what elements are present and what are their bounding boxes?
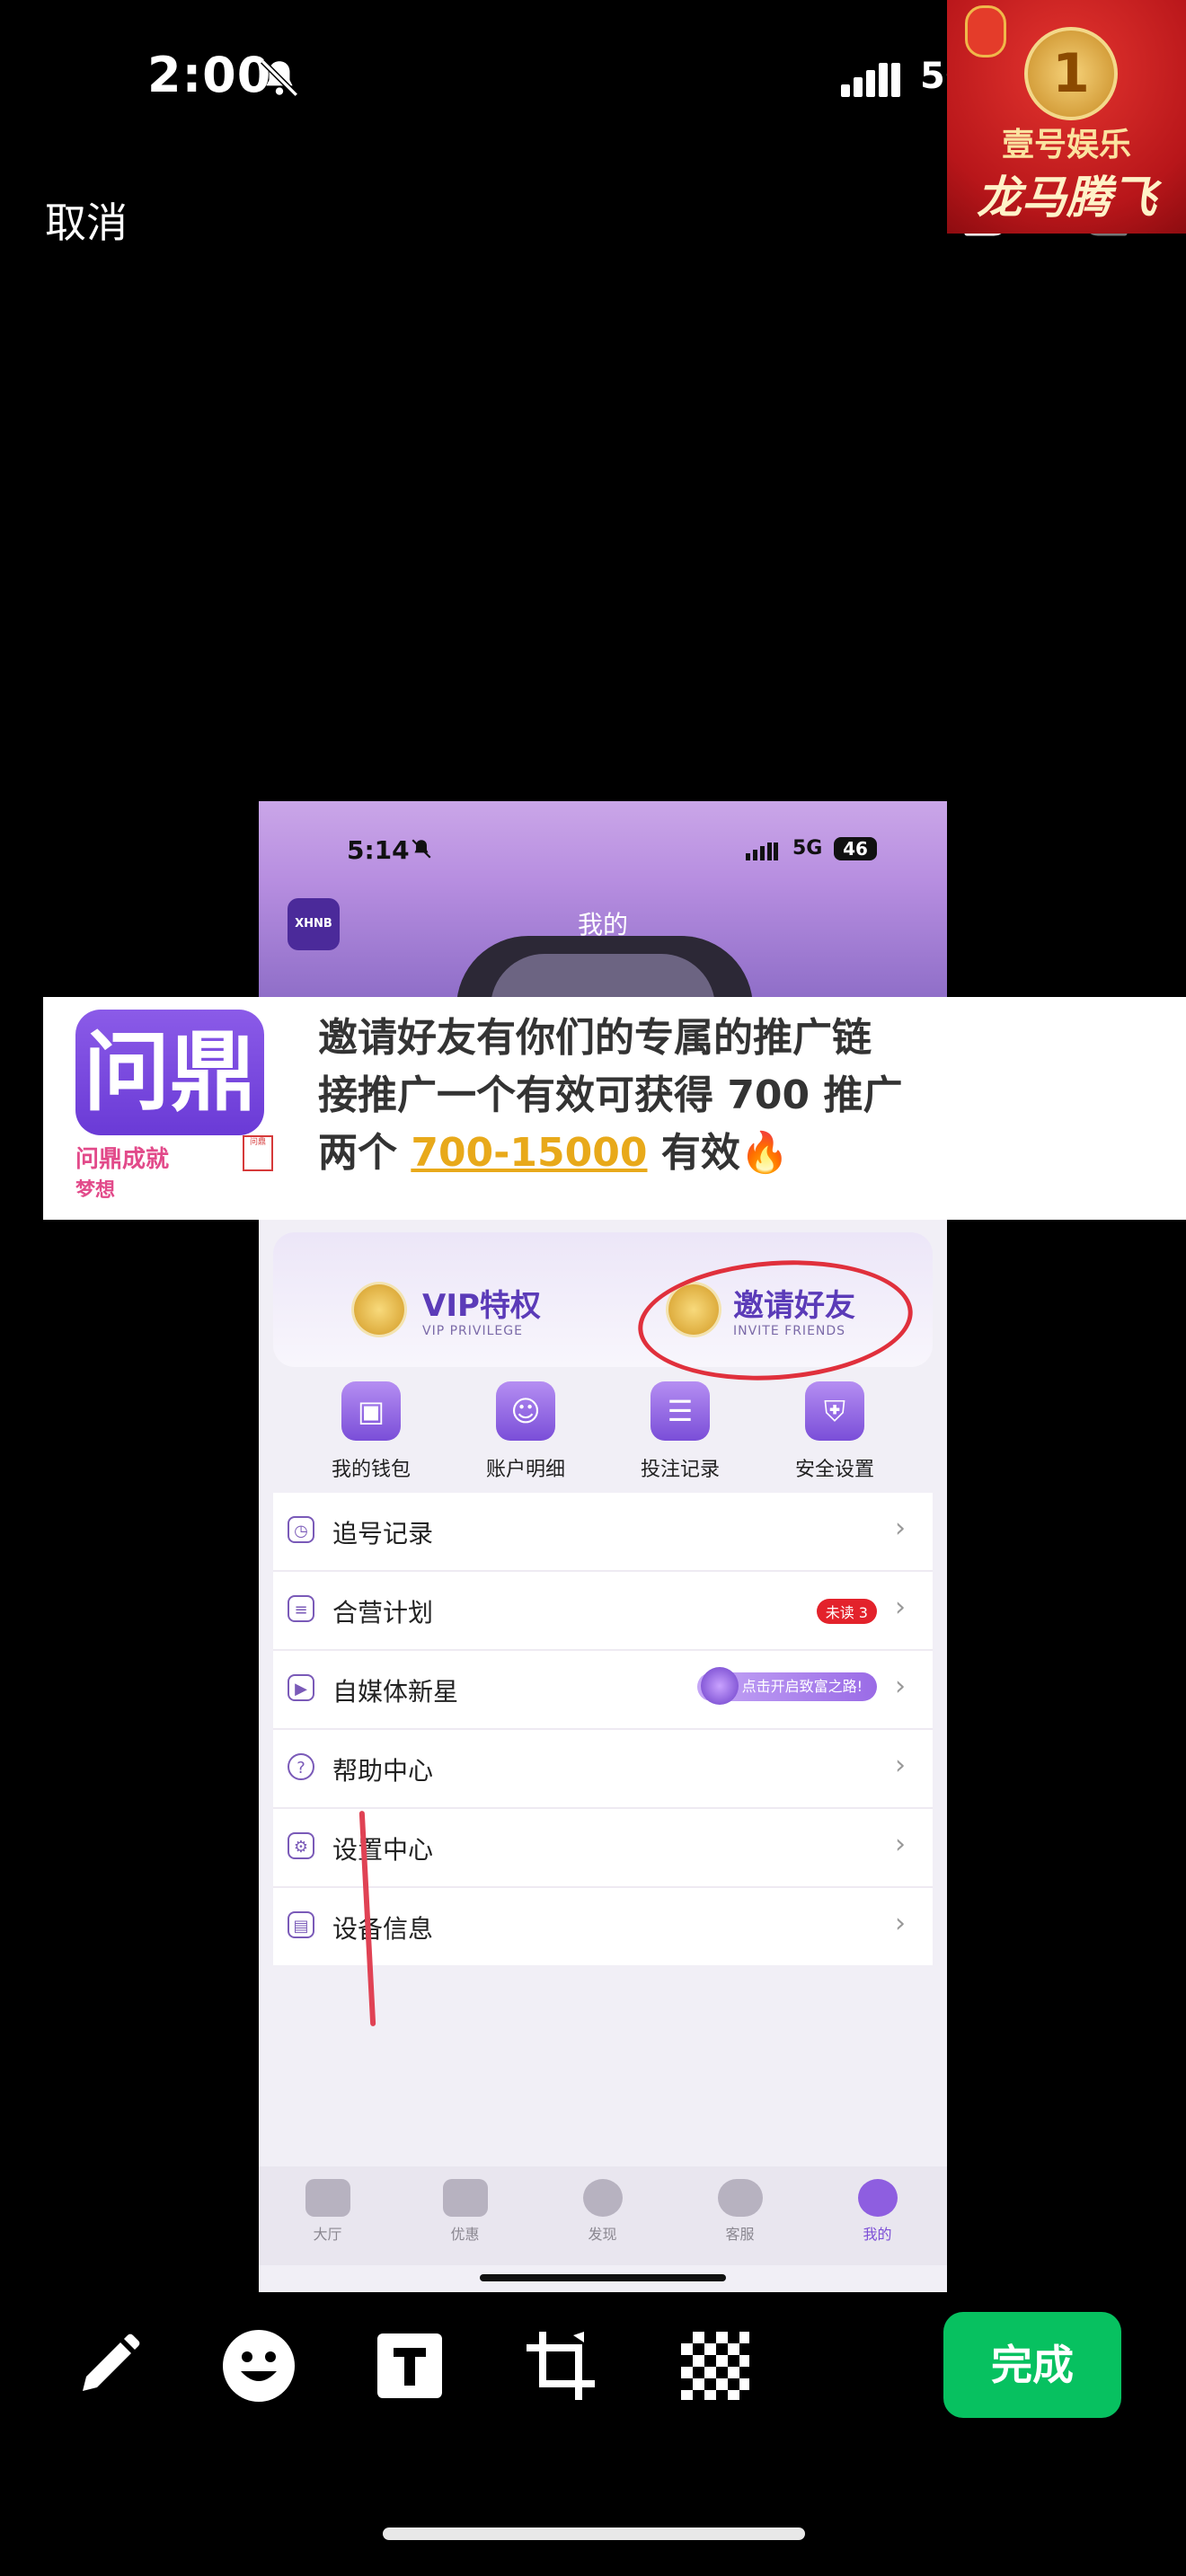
text-icon[interactable] [370,2326,449,2405]
emoji-icon[interactable] [219,2326,298,2405]
logo-stamp: 问鼎 [243,1135,273,1171]
grid-item-wallet[interactable]: ▣ 我的钱包 [286,1372,456,1481]
tab-lobby[interactable]: 大厅 [259,2166,396,2244]
tab-bar: 大厅 优惠 发现 客服 我的 [259,2166,947,2265]
lock-icon: ⛨ [805,1381,864,1441]
user-icon [857,2179,898,2217]
coin-icon: 1 [1024,27,1118,120]
tab-support[interactable]: 客服 [671,2166,809,2244]
crop-icon[interactable] [521,2326,600,2405]
wallet-icon: ▣ [341,1381,401,1441]
promo-badge[interactable]: 点击开启致富之路! [696,1667,877,1705]
unread-badge: 未读 3 [816,1599,877,1624]
tab-mine[interactable]: 我的 [809,2166,946,2244]
grid-item-account[interactable]: ☺ 账户明细 [440,1372,611,1481]
help-icon: ? [288,1753,314,1780]
done-button[interactable]: 完成 [943,2312,1121,2418]
chevron-right-icon: › [895,1513,906,1544]
inner-status-time: 5:14 [347,835,410,865]
home-indicator [383,2527,805,2540]
menu-list: ◷ 追号记录 › ≡ 合营计划 未读 3 › ▶ 自媒体新星 点击开启致富之路!… [273,1493,933,1965]
cancel-button[interactable]: 取消 [45,190,128,250]
account-icon: ☺ [496,1381,555,1441]
vip-subtitle: VIP PRIVILEGE [422,1324,523,1338]
signal-icon [746,842,778,860]
clock-icon: ◷ [288,1516,314,1543]
banner-text: 邀请好友有你们的专属的推广链 接推广一个有效可获得 700 推广 两个 700-… [318,1015,903,1176]
inner-network-label: 5G [792,837,823,860]
mosaic-icon[interactable] [676,2326,755,2405]
tab-promotions[interactable]: 优惠 [396,2166,534,2244]
pen-icon[interactable] [68,2326,147,2405]
inner-home-indicator [480,2274,726,2281]
battery-icon: 46 [834,837,877,860]
signal-icon [841,63,900,97]
chevron-right-icon: › [895,1908,906,1939]
settings-icon: ⚙ [288,1832,314,1859]
wending-logo: 问鼎 问鼎成就 梦想 问鼎 [66,1002,275,1200]
chat-icon [717,2179,763,2217]
chevron-right-icon: › [895,1592,906,1623]
chevron-right-icon: › [895,1671,906,1702]
chevron-right-icon: › [895,1750,906,1781]
list-item-settings[interactable]: ⚙ 设置中心 › [273,1809,933,1888]
list-item-media-star[interactable]: ▶ 自媒体新星 点击开启致富之路! › [273,1651,933,1730]
list-item-partner-plan[interactable]: ≡ 合营计划 未读 3 › [273,1572,933,1651]
device-icon: ▤ [288,1911,314,1938]
chevron-right-icon: › [895,1829,906,1860]
grid-item-security[interactable]: ⛨ 安全设置 [749,1372,920,1481]
tab-discover[interactable]: 发现 [534,2166,671,2244]
grid-item-records[interactable]: ☰ 投注记录 [595,1372,766,1481]
list-item-chase-records[interactable]: ◷ 追号记录 › [273,1493,933,1572]
video-icon: ▶ [288,1674,314,1701]
bell-muted-icon [412,839,431,859]
vip-badge-icon [354,1284,404,1335]
logo-tagline: 问鼎成就 梦想 [75,1146,170,1200]
promo-banner-overlay: 问鼎 问鼎成就 梦想 问鼎 邀请好友有你们的专属的推广链 接推广一个有效可获得 7… [43,997,1186,1220]
home-icon [305,2179,350,2217]
chart-icon: ≡ [288,1595,314,1622]
crown-icon [700,1667,739,1705]
status-time: 2:00 [147,47,272,103]
list-item-help[interactable]: ? 帮助中心 › [273,1730,933,1809]
lantern-icon [965,5,1006,57]
bell-muted-icon [261,59,298,97]
bonus-range: 700-15000 [411,1130,648,1176]
coupon-icon [442,2179,488,2217]
yihao-logo: 1 壹号娱乐 龙马腾飞 [947,0,1186,234]
vip-privilege-button[interactable]: VIP特权 [422,1281,541,1325]
planet-icon [582,2179,623,2217]
page-title: 我的 [577,910,628,940]
record-icon: ☰ [651,1381,710,1441]
